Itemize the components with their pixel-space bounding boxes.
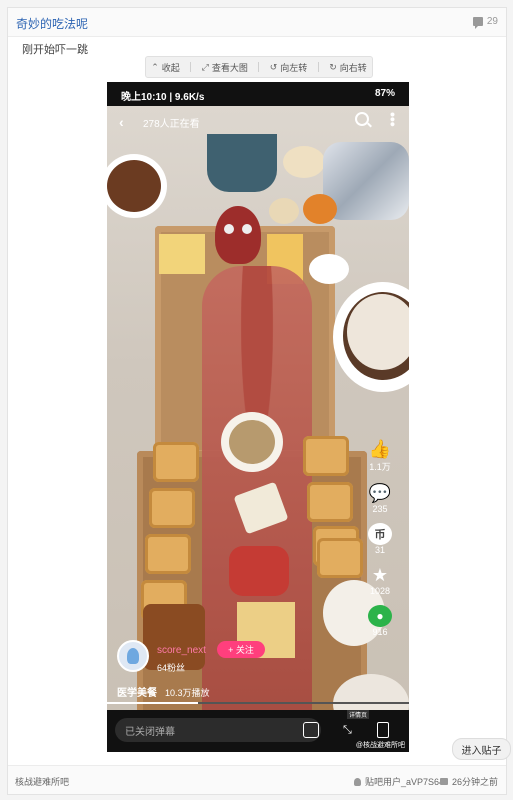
detail-label: 详情页: [347, 710, 370, 719]
like-count: 1.1万: [369, 462, 391, 472]
comment-icon: [439, 778, 448, 785]
side-action-bar: 👍 1.1万 💬 235 币 31 ★ 1028 ● 916: [355, 438, 405, 646]
wechat-icon: ●: [368, 605, 392, 627]
bread-slice: [145, 534, 191, 574]
avatar[interactable]: [117, 640, 149, 672]
view-large-button[interactable]: ⤢ 查看大图: [202, 61, 248, 74]
cat-plate: [309, 254, 349, 284]
collapse-label: 收起: [161, 62, 180, 73]
rotate-left-label: 向左转: [280, 62, 308, 73]
star-icon: ★: [371, 564, 389, 585]
play-count: 10.3万播放: [165, 688, 210, 698]
pistachios: [229, 420, 275, 464]
post-header: 奇妙的吃法呢 29: [8, 8, 506, 37]
rotate-right-button[interactable]: ↻ 向右转: [329, 61, 367, 74]
divider: [190, 62, 192, 72]
comment-button[interactable]: 💬 235: [368, 482, 392, 515]
skull: [215, 206, 261, 264]
reply-count-value: 29: [486, 16, 498, 27]
expand-icon: ⤢: [201, 61, 209, 72]
orange-pumpkin: [303, 194, 337, 224]
share-count: 916: [372, 627, 388, 637]
danmaku-input[interactable]: 已关闭弹幕: [115, 718, 321, 742]
video-meta: 医学美餐 10.3万播放: [117, 684, 210, 699]
small-pumpkin: [269, 198, 299, 224]
comment-count: 235: [372, 504, 388, 514]
comment-bubble-icon: [472, 17, 483, 29]
post-title-link[interactable]: 奇妙的吃法呢: [16, 15, 88, 32]
coin-icon: 币: [368, 523, 392, 545]
uploader-name[interactable]: score_next: [157, 645, 206, 656]
favorite-count: 1028: [369, 586, 391, 596]
watermark: @核战避难所吧: [355, 742, 405, 749]
post-time: 26分钟之前: [439, 775, 498, 788]
bread-slice: [149, 488, 195, 528]
viewer-count: 278人正在看: [143, 119, 200, 130]
video-tag[interactable]: 医学美餐: [117, 684, 157, 699]
reply-count: 29: [472, 16, 498, 29]
comment-icon: 💬: [368, 482, 392, 503]
share-button[interactable]: ● 916: [368, 605, 392, 637]
fullscreen-icon[interactable]: ⤡: [343, 724, 352, 737]
author-info: 贴吧用户_aVP7S64: [354, 775, 444, 788]
portrait-icon[interactable]: [377, 722, 389, 738]
search-icon[interactable]: [355, 112, 369, 126]
follow-button[interactable]: + 关注: [217, 641, 265, 658]
collapse-button[interactable]: ⌃ 收起: [151, 61, 180, 74]
post-time-text: 26分钟之前: [451, 777, 498, 787]
author-name[interactable]: 贴吧用户_aVP7S64: [365, 775, 444, 788]
bread-slice: [303, 436, 349, 476]
phone-status-bar: 晚上10:10 | 9.6K/s 87%: [107, 82, 409, 106]
cheese-cubes: [159, 234, 205, 274]
fan-count: 64粉丝: [157, 663, 186, 673]
skull-eye: [224, 224, 234, 234]
bread-slice: [153, 442, 199, 482]
more-icon[interactable]: •••: [385, 112, 401, 127]
status-time: 晚上10:10 | 9.6K/s: [121, 92, 205, 103]
divider: [258, 62, 260, 72]
progress-bar[interactable]: [107, 702, 409, 704]
user-icon: [354, 777, 361, 786]
strawberries: [229, 546, 289, 596]
back-icon[interactable]: ‹: [119, 114, 124, 130]
collapse-icon: ⌃: [151, 61, 159, 72]
coin-button[interactable]: 币 31: [368, 523, 392, 555]
forum-link[interactable]: 核战避难所吧: [15, 775, 69, 788]
battery-level: 87%: [374, 88, 395, 99]
meringue-topping: [347, 294, 409, 370]
favorite-button[interactable]: ★ 1028: [368, 564, 392, 597]
enter-post-button[interactable]: 进入贴子: [452, 738, 511, 760]
rotate-right-label: 向右转: [339, 62, 367, 73]
post-footer: 核战避难所吧 贴吧用户_aVP7S64 26分钟之前: [8, 765, 506, 794]
danmaku-toggle-icon[interactable]: [303, 722, 319, 738]
divider: [317, 62, 319, 72]
coin-count: 31: [374, 545, 385, 555]
pecans: [107, 160, 161, 212]
like-button[interactable]: 👍 1.1万: [368, 438, 392, 473]
image-toolbar: ⌃ 收起 ⤢ 查看大图 ↺ 向左转 ↻ 向右转: [145, 56, 373, 78]
video-bottom-bar: 已关闭弹幕 详情页 ⤡ @核战避难所吧: [107, 710, 409, 752]
view-large-label: 查看大图: [211, 62, 248, 73]
rotate-right-icon: ↻: [329, 61, 337, 72]
skull-eye: [242, 224, 252, 234]
glass-jar: [207, 134, 277, 192]
bread-slice: [307, 482, 353, 522]
rotate-left-icon: ↺: [269, 61, 278, 72]
video-screenshot[interactable]: 晚上10:10 | 9.6K/s 87% ‹ 278人正在看 ••• 👍 1.1…: [107, 82, 409, 752]
thumbs-up-icon: 👍: [368, 438, 392, 459]
white-pumpkin: [283, 146, 325, 178]
rotate-left-button[interactable]: ↺ 向左转: [270, 61, 308, 74]
post-body-text: 刚开始吓一跳: [22, 44, 88, 56]
progress-fill: [107, 702, 198, 704]
